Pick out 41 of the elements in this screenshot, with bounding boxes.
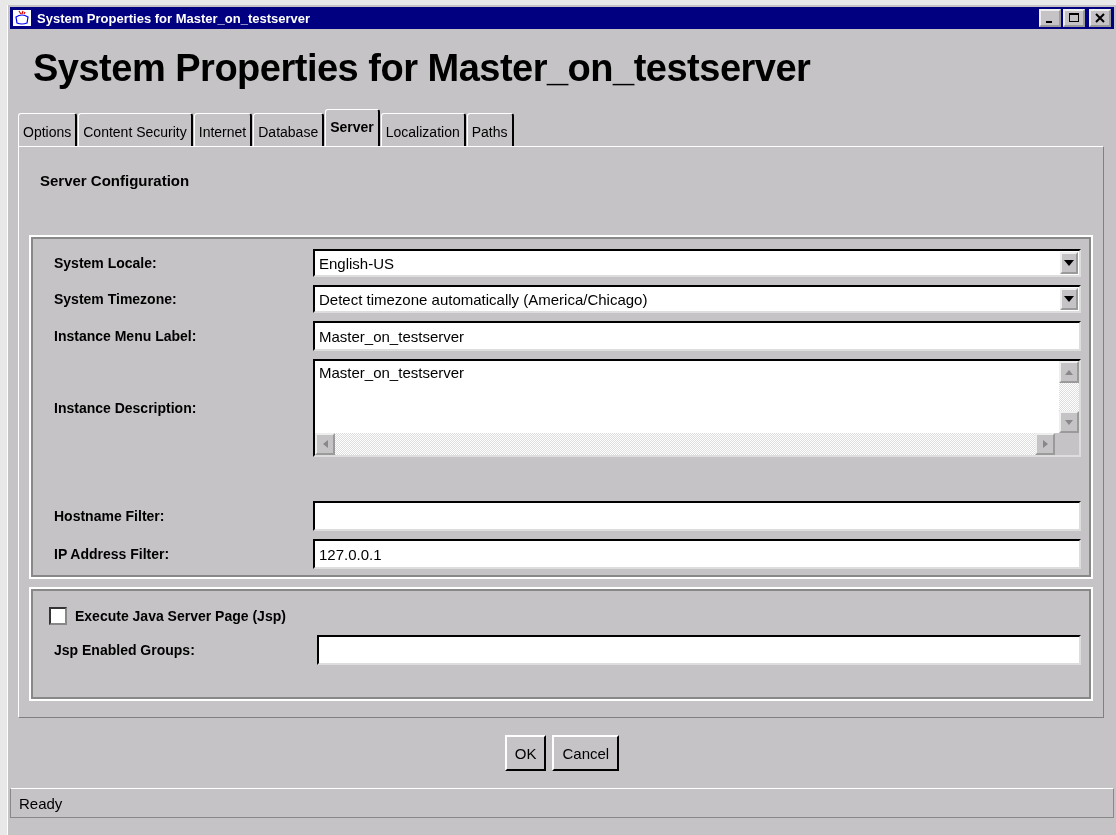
checkbox[interactable]: [49, 607, 67, 625]
minimize-button[interactable]: [1039, 9, 1061, 27]
field-label: Instance Description:: [54, 400, 198, 416]
window-title: System Properties for Master_on_testserver: [37, 10, 311, 26]
close-button[interactable]: [1089, 9, 1111, 27]
text-field[interactable]: Master_on_testserver: [313, 321, 1081, 351]
section-title: Server Configuration: [39, 171, 191, 191]
text-field[interactable]: [317, 635, 1081, 665]
text-field[interactable]: [313, 501, 1081, 531]
tab[interactable]: Paths: [466, 113, 514, 146]
dialog-button[interactable]: Cancel: [552, 735, 620, 771]
tab[interactable]: Internet: [193, 113, 253, 146]
app-icon: [13, 10, 31, 26]
scroll-up-icon[interactable]: [1059, 361, 1079, 383]
dropdown[interactable]: Detect timezone automatically (America/Chicago): [313, 285, 1081, 313]
status-bar: Ready: [10, 788, 1114, 818]
scroll-right-icon[interactable]: [1035, 433, 1055, 455]
text-area[interactable]: Master_on_testserver: [313, 359, 1081, 457]
field-label: System Timezone:: [54, 291, 178, 307]
maximize-button[interactable]: [1063, 9, 1085, 27]
dropdown[interactable]: English-US: [313, 249, 1081, 277]
tab[interactable]: Database: [253, 113, 325, 146]
field-label: Instance Menu Label:: [54, 328, 198, 344]
scroll-down-icon[interactable]: [1059, 411, 1079, 433]
close-icon: [1095, 13, 1105, 23]
page-heading: System Properties for Master_on_testserver: [32, 46, 812, 91]
maximize-icon: [1069, 13, 1079, 23]
tab[interactable]: Server: [325, 109, 380, 146]
field-label: IP Address Filter:: [54, 546, 171, 562]
field-label: Hostname Filter:: [54, 508, 166, 524]
tab[interactable]: Localization: [380, 113, 466, 146]
scroll-left-icon[interactable]: [315, 433, 335, 455]
tab[interactable]: Options: [18, 113, 78, 146]
text-field[interactable]: 127.0.0.1: [313, 539, 1081, 569]
dialog-button[interactable]: OK: [504, 735, 547, 771]
field-label: System Locale:: [54, 255, 158, 271]
checkbox-label: Execute Java Server Page (Jsp): [75, 608, 287, 624]
field-label: Jsp Enabled Groups:: [53, 642, 196, 658]
scrollbar-corner: [1055, 433, 1079, 455]
tab[interactable]: Content Security: [78, 113, 193, 146]
minimize-icon: [1045, 21, 1052, 23]
